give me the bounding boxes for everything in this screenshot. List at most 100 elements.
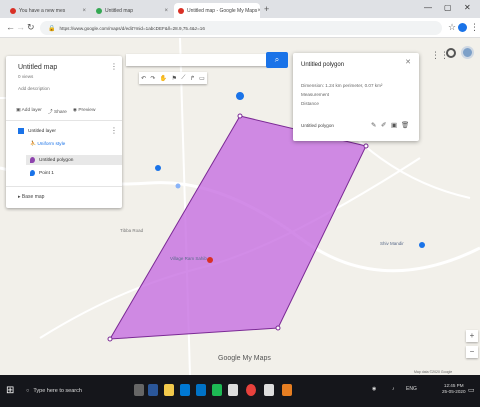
app-icon[interactable] [264, 384, 274, 396]
tab-label: Untitled map [105, 7, 134, 14]
layer-checkbox[interactable] [18, 128, 24, 134]
profile-icon[interactable] [458, 23, 467, 32]
directions-icon[interactable]: ↱ [190, 75, 195, 82]
minimize-button[interactable]: — [424, 3, 432, 12]
language-indicator[interactable]: ENG [406, 386, 417, 392]
add-layer-label: Add layer [21, 108, 42, 113]
draw-line-icon[interactable]: ⟋ [181, 75, 185, 82]
paint-icon: ⛹ [30, 142, 36, 147]
edit-icon[interactable]: ✐ [381, 121, 386, 129]
browser-tab-untitled-map[interactable]: Untitled map × [92, 3, 172, 18]
map-road-label: Tibba Road [120, 228, 144, 233]
layer-row[interactable]: Untitled layer [18, 128, 56, 134]
close-icon[interactable]: ✕ [405, 58, 411, 66]
file-explorer-icon[interactable] [164, 384, 174, 396]
browser-menu-icon[interactable]: ⋮ [470, 22, 479, 33]
pin-icon [30, 170, 35, 176]
map-title[interactable]: Untitled map [18, 64, 57, 71]
clock-date: 25-05-2020 [442, 389, 466, 394]
redo-icon[interactable]: ↷ [150, 75, 155, 82]
vertex-handle [237, 113, 243, 119]
avatar[interactable] [461, 46, 474, 59]
divider [6, 120, 122, 121]
layer-name[interactable]: Untitled layer [28, 129, 56, 134]
notification-center-icon[interactable]: ▭ [468, 386, 475, 394]
card-footer-label: Untitled polygon [301, 123, 334, 128]
notifications-icon[interactable] [446, 48, 456, 58]
share-button[interactable]: ⤴ Share [48, 108, 67, 115]
task-view-icon[interactable] [134, 384, 144, 396]
uniform-style-label: Uniform style [37, 142, 66, 147]
close-tab-icon[interactable]: × [257, 8, 260, 14]
browser-tab-mail[interactable]: You have a new mes × [6, 3, 90, 18]
network-icon[interactable]: ◉ [372, 386, 376, 392]
vertex-handle [107, 336, 113, 342]
preview-label: Preview [78, 108, 96, 113]
map-options-icon[interactable]: ⋮ [110, 62, 118, 71]
maximize-button[interactable]: ▢ [444, 3, 452, 12]
gmail-favicon-icon [10, 7, 16, 14]
browser-tab-bar: You have a new mes × Untitled map × Unti… [0, 0, 480, 18]
maps-favicon-icon [96, 7, 102, 14]
uniform-style-link[interactable]: ⛹ Uniform style [30, 142, 65, 147]
polygon-icon [30, 157, 35, 163]
forward-arrow-icon[interactable]: → [16, 22, 25, 32]
base-map-toggle[interactable]: ▸ Base map [18, 194, 44, 200]
map-search-input[interactable] [126, 54, 272, 66]
windows-start-icon[interactable]: ⊞ [6, 385, 14, 396]
place-marker-icon [207, 257, 213, 263]
close-tab-icon[interactable]: × [82, 8, 86, 14]
card-detail: Measurement [301, 92, 330, 97]
taskbar-search[interactable]: ○ Type here to search [22, 381, 130, 401]
feature-item-point[interactable]: Point 1 [26, 168, 122, 178]
divider [6, 186, 122, 187]
camera-icon[interactable] [228, 384, 238, 396]
store-icon[interactable] [180, 384, 190, 396]
map-toolbar: ↶ ↷ ✋ ⚑ ⟋ ↱ ▭ [139, 72, 207, 84]
url-field[interactable]: 🔒 https://www.google.com/maps/d/edit?mid… [40, 21, 442, 35]
preview-button[interactable]: ◉ Preview [73, 108, 96, 115]
chrome-icon[interactable] [246, 384, 256, 396]
undo-icon[interactable]: ↶ [141, 75, 146, 82]
mail-icon[interactable] [196, 384, 206, 396]
paint-style-icon[interactable]: ✎ [371, 121, 376, 129]
app-icon[interactable] [282, 384, 292, 396]
edge-icon[interactable] [148, 384, 158, 396]
browser-tab-my-maps-active[interactable]: Untitled map - Google My Maps × [174, 3, 260, 18]
back-arrow-icon[interactable]: ← [6, 22, 15, 32]
close-window-button[interactable]: ✕ [464, 3, 471, 12]
tab-label: You have a new mes [19, 7, 66, 14]
hand-tool-icon[interactable]: ✋ [160, 75, 167, 82]
taskbar-search-placeholder: Type here to search [33, 388, 82, 394]
add-marker-icon[interactable]: ⚑ [172, 75, 177, 82]
vertex-handle [275, 325, 281, 331]
image-icon[interactable]: ▣ [391, 121, 397, 129]
share-label: Share [54, 110, 67, 115]
ruler-icon[interactable]: ▭ [199, 75, 205, 82]
add-layer-button[interactable]: ▣ Add layer [16, 108, 42, 115]
feature-item-polygon[interactable]: Untitled polygon [26, 155, 122, 165]
map-views: 0 views [18, 74, 34, 79]
zoom-out-button[interactable]: − [466, 346, 478, 358]
delete-icon[interactable]: 🗑 [401, 121, 409, 129]
zoom-in-button[interactable]: + [466, 330, 478, 342]
map-description[interactable]: Add description [18, 86, 50, 91]
panel-actions: ▣ Add layer ⤴ Share ◉ Preview [16, 108, 95, 115]
layer-options-icon[interactable]: ⋮ [110, 126, 118, 135]
volume-icon[interactable]: ♪ [392, 386, 395, 392]
search-button[interactable]: ⌕ [266, 52, 288, 68]
map-place-label: Village Ram Sahib [170, 256, 207, 261]
close-tab-icon[interactable]: × [164, 8, 168, 14]
app-icon[interactable] [212, 384, 222, 396]
reload-icon[interactable]: ↻ [27, 22, 35, 33]
new-tab-button[interactable]: + [264, 4, 269, 14]
windows-taskbar: ⊞ ○ Type here to search ◉ ♪ ENG 12:45 PM… [0, 375, 480, 407]
vertex-handle [363, 143, 369, 149]
place-marker-icon [419, 242, 425, 248]
bookmark-star-icon[interactable]: ☆ [448, 22, 456, 33]
feature-label: Point 1 [39, 170, 54, 176]
feature-info-card: Untitled polygon ✕ Dimension: 1.24 km pe… [293, 53, 419, 141]
google-my-maps-logo: Google My Maps [218, 355, 271, 362]
card-detail: Dimension: 1.24 km perimeter, 0.07 km² [301, 83, 383, 88]
taskbar-clock[interactable]: 12:45 PM 25-05-2020 [442, 383, 466, 395]
